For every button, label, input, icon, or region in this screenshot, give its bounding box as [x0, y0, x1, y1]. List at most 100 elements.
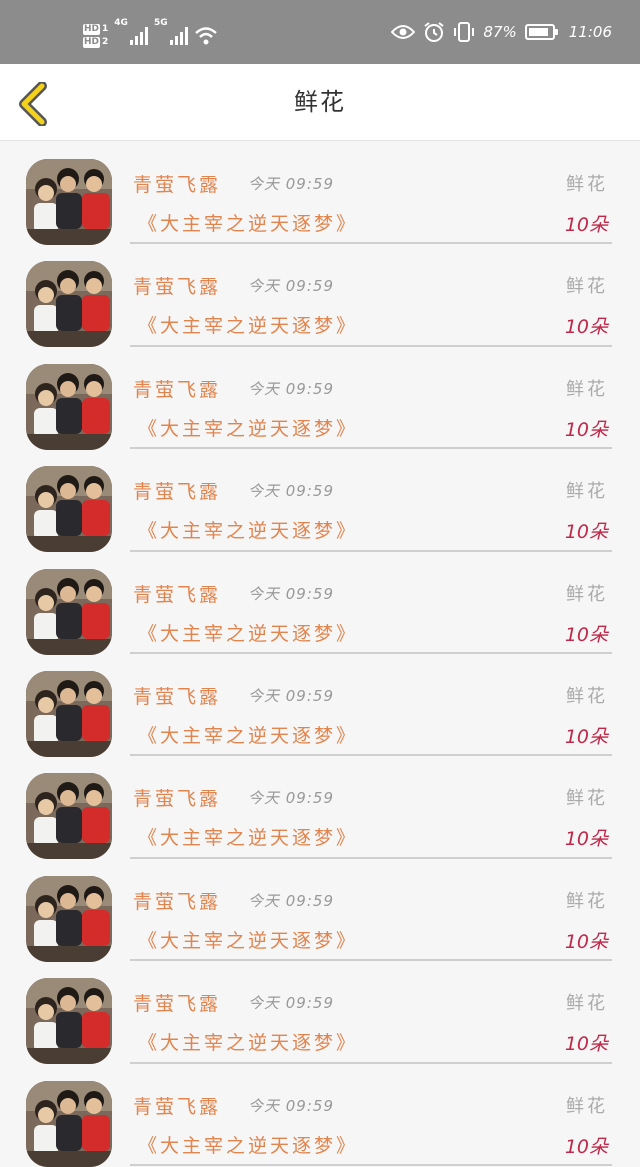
timestamp: 今天 09:59 — [248, 1096, 334, 1115]
timestamp: 今天 09:59 — [248, 175, 334, 193]
avatar-image — [26, 978, 112, 1065]
list-item[interactable]: 青萤飞露 今天 09:59 鲜花 《大主宰之逆天逐梦》 10朵 — [0, 142, 640, 245]
list-item[interactable]: 青萤飞露 今天 09:59 鲜花 《大主宰之逆天逐梦》 10朵 — [0, 654, 640, 757]
list-item[interactable]: 青萤飞露 今天 09:59 鲜花 《大主宰之逆天逐梦》 10朵 — [0, 756, 640, 860]
gift-type: 鲜花 — [566, 276, 608, 298]
list-item[interactable]: 青萤飞露 今天 09:59 鲜花 《大主宰之逆天逐梦》 10朵 — [0, 347, 640, 450]
gift-type: 鲜花 — [566, 1095, 608, 1117]
eye-icon — [391, 25, 416, 39]
list-item[interactable]: 青萤飞露 今天 09:59 鲜花 《大主宰之逆天逐梦》 10朵 — [0, 961, 640, 1065]
wifi-icon — [194, 27, 217, 45]
gift-count: 10朵 — [564, 828, 608, 851]
avatar[interactable] — [26, 466, 112, 553]
avatar-image — [26, 466, 112, 553]
gift-count: 10朵 — [564, 1033, 608, 1056]
timestamp: 今天 09:59 — [248, 379, 334, 398]
gift-count: 10朵 — [564, 623, 608, 646]
avatar-image — [26, 875, 112, 962]
avatar[interactable] — [26, 978, 112, 1065]
avatar[interactable] — [26, 363, 112, 450]
list-item[interactable]: 青萤飞露 今天 09:59 鲜花 《大主宰之逆天逐梦》 10朵 — [0, 244, 640, 348]
gift-count: 10朵 — [564, 316, 608, 339]
gift-type: 鲜花 — [566, 583, 608, 605]
avatar[interactable] — [26, 261, 112, 348]
book-title[interactable]: 《大主宰之逆天逐梦》 — [138, 1131, 358, 1158]
book-title[interactable]: 《大主宰之逆天逐梦》 — [138, 926, 358, 953]
timestamp: 今天 09:59 — [248, 686, 334, 705]
vibrate-icon — [454, 22, 475, 42]
status-left: HD 1 HD 2 4G 5G — [83, 18, 218, 54]
book-title[interactable]: 《大主宰之逆天逐梦》 — [138, 311, 358, 338]
avatar-image — [26, 159, 112, 245]
book-title[interactable]: 《大主宰之逆天逐梦》 — [138, 414, 358, 441]
gift-type: 鲜花 — [566, 890, 608, 912]
avatar[interactable] — [26, 773, 112, 860]
sender-name: 青萤飞露 — [133, 993, 222, 1016]
sender-name: 青萤飞露 — [133, 378, 222, 401]
header-bar: 鲜花 — [0, 64, 640, 141]
avatar-image — [26, 261, 112, 348]
sender-name: 青萤飞露 — [133, 481, 222, 504]
book-title[interactable]: 《大主宰之逆天逐梦》 — [138, 1028, 358, 1055]
avatar-image — [26, 773, 112, 860]
avatar[interactable] — [26, 1080, 112, 1167]
gift-type: 鲜花 — [566, 481, 608, 503]
book-title[interactable]: 《大主宰之逆天逐梦》 — [138, 619, 358, 646]
gift-type: 鲜花 — [566, 174, 608, 195]
timestamp: 今天 09:59 — [248, 482, 334, 501]
gift-record-list: 青萤飞露 今天 09:59 鲜花 《大主宰之逆天逐梦》 10朵 青萤飞露 今天 … — [0, 142, 640, 1167]
signal-icon — [169, 27, 188, 45]
gift-type: 鲜花 — [566, 788, 608, 810]
avatar-image — [26, 1080, 112, 1167]
book-title[interactable]: 《大主宰之逆天逐梦》 — [138, 209, 358, 236]
book-title[interactable]: 《大主宰之逆天逐梦》 — [138, 823, 358, 850]
divider — [130, 1163, 612, 1166]
list-item[interactable]: 青萤飞露 今天 09:59 鲜花 《大主宰之逆天逐梦》 10朵 — [0, 449, 640, 553]
hd-icon: HD 1 — [83, 24, 109, 35]
status-right: 87% 11:06 — [391, 20, 612, 44]
hd-indicators: HD 1 HD 2 — [83, 24, 108, 48]
battery-level — [528, 28, 548, 36]
network-type-label: 5G — [153, 18, 168, 28]
avatar-image — [26, 363, 112, 450]
gift-type: 鲜花 — [566, 378, 608, 400]
sender-name: 青萤飞露 — [133, 276, 222, 299]
gift-count: 10朵 — [564, 418, 608, 441]
signal-icon — [129, 27, 148, 45]
sender-name: 青萤飞露 — [133, 788, 222, 811]
status-bar: HD 1 HD 2 4G 5G 87% 11:06 — [0, 0, 640, 64]
list-item[interactable]: 青萤飞露 今天 09:59 鲜花 《大主宰之逆天逐梦》 10朵 — [0, 552, 640, 655]
battery-percent: 87% — [483, 23, 517, 41]
avatar[interactable] — [26, 568, 112, 655]
page-title: 鲜花 — [294, 88, 346, 116]
gift-count: 10朵 — [564, 521, 608, 544]
timestamp: 今天 09:59 — [248, 994, 334, 1013]
sender-name: 青萤飞露 — [133, 685, 222, 708]
alarm-icon — [424, 22, 445, 42]
avatar[interactable] — [26, 670, 112, 757]
list-item[interactable]: 青萤飞露 今天 09:59 鲜花 《大主宰之逆天逐梦》 10朵 — [0, 859, 640, 962]
avatar-image — [26, 670, 112, 757]
sender-name: 青萤飞露 — [133, 583, 222, 606]
timestamp: 今天 09:59 — [248, 277, 334, 296]
book-title[interactable]: 《大主宰之逆天逐梦》 — [138, 721, 358, 748]
gift-count: 10朵 — [564, 930, 608, 953]
network-type-label: 4G — [114, 18, 128, 28]
sender-name: 青萤飞露 — [133, 890, 222, 913]
timestamp: 今天 09:59 — [248, 891, 334, 910]
hd-icon: HD 2 — [83, 37, 109, 48]
status-time: 11:06 — [568, 23, 612, 41]
gift-count: 10朵 — [564, 725, 608, 748]
sender-name: 青萤飞露 — [133, 1095, 222, 1118]
avatar[interactable] — [26, 875, 112, 962]
list-item[interactable]: 青萤飞露 今天 09:59 鲜花 《大主宰之逆天逐梦》 10朵 — [0, 1064, 640, 1167]
gift-count: 10朵 — [564, 1135, 608, 1158]
book-title[interactable]: 《大主宰之逆天逐梦》 — [138, 516, 358, 543]
timestamp: 今天 09:59 — [248, 584, 334, 603]
avatar-image — [26, 568, 112, 655]
sender-name: 青萤飞露 — [133, 174, 222, 196]
timestamp: 今天 09:59 — [248, 789, 334, 808]
gift-type: 鲜花 — [566, 685, 608, 707]
battery-icon — [524, 24, 558, 40]
avatar[interactable] — [26, 159, 112, 245]
